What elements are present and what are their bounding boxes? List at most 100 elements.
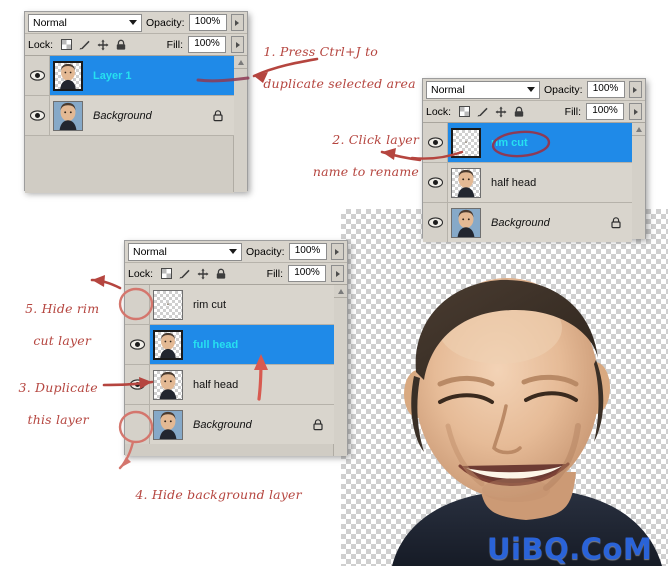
layer-visibility-toggle[interactable]	[125, 365, 150, 404]
layer-lock-indicator	[610, 216, 622, 229]
note-4: 4. Hide background layer	[127, 471, 302, 503]
layer-list-scrollbar[interactable]	[631, 123, 645, 239]
chevron-right-icon	[335, 248, 340, 255]
layer-list-scrollbar[interactable]	[333, 285, 347, 456]
layer-visibility-toggle[interactable]	[125, 285, 150, 324]
fill-stepper[interactable]	[629, 103, 642, 120]
table-row[interactable]: Background	[125, 405, 334, 444]
lock-position-icon[interactable]	[495, 106, 507, 118]
blend-mode-select[interactable]: Normal	[128, 242, 242, 261]
layer-thumbnail[interactable]	[153, 289, 183, 320]
fill-stepper[interactable]	[331, 265, 344, 282]
chevron-right-icon	[235, 41, 240, 48]
scroll-up-arrow[interactable]	[632, 123, 645, 136]
opacity-input[interactable]: 100%	[188, 14, 227, 31]
table-row[interactable]: rim cut	[423, 123, 632, 163]
fill-input[interactable]: 100%	[586, 103, 624, 120]
table-row[interactable]: half head	[423, 163, 632, 203]
opacity-input[interactable]: 100%	[288, 243, 327, 260]
lock-all-icon[interactable]	[215, 268, 227, 280]
opacity-stepper[interactable]	[330, 243, 344, 260]
layer-visibility-toggle[interactable]	[423, 203, 448, 242]
layer-thumbnail[interactable]	[53, 100, 83, 131]
lock-icon	[313, 419, 323, 431]
opacity-input[interactable]: 100%	[586, 81, 625, 98]
blend-mode-select[interactable]: Normal	[28, 13, 142, 32]
eye-icon	[427, 137, 443, 148]
layer-list[interactable]: rim cut full head half head Background	[125, 285, 347, 456]
table-row[interactable]: Layer 1	[25, 56, 234, 96]
table-row[interactable]: full head	[125, 325, 334, 365]
blend-mode-value: Normal	[33, 16, 67, 29]
layer-list-empty-area	[25, 136, 234, 193]
layer-visibility-toggle[interactable]	[423, 123, 448, 162]
fill-label: Fill:	[166, 38, 183, 51]
opacity-label: Opacity:	[146, 16, 185, 29]
blend-mode-select[interactable]: Normal	[426, 80, 540, 99]
note-5: 5. Hide rim cut layer	[6, 285, 110, 349]
layer-name[interactable]: Layer 1	[93, 70, 132, 82]
thumbnail-face	[159, 371, 177, 399]
note-2: 2. Click layer name to rename	[284, 116, 419, 180]
lock-transparent-pixels-icon[interactable]	[161, 268, 173, 279]
layers-panel-step1[interactable]: Normal Opacity: 100% Lock: Fill: 100% La…	[24, 11, 248, 193]
chevron-right-icon	[235, 19, 240, 26]
chevron-right-icon	[335, 270, 340, 277]
lock-transparent-pixels-icon[interactable]	[61, 39, 73, 50]
lock-image-pixels-icon[interactable]	[78, 39, 91, 51]
layer-visibility-toggle[interactable]	[25, 56, 50, 95]
layer-name[interactable]: half head	[193, 379, 238, 391]
layer-visibility-toggle[interactable]	[125, 405, 150, 444]
layer-name[interactable]: Background	[491, 217, 550, 229]
layer-thumbnail[interactable]	[153, 329, 183, 360]
table-row[interactable]: Background	[423, 203, 632, 242]
lock-icon	[213, 110, 223, 122]
layer-name[interactable]: Background	[193, 419, 252, 431]
eye-icon	[129, 379, 145, 390]
layer-name[interactable]: rim cut	[193, 299, 226, 311]
blend-mode-value: Normal	[431, 83, 465, 96]
blend-mode-value: Normal	[133, 245, 167, 258]
layer-thumbnail[interactable]	[451, 167, 481, 198]
layer-visibility-toggle[interactable]	[423, 163, 448, 202]
layer-list-scrollbar[interactable]	[233, 56, 247, 192]
note-1: 1. Press Ctrl+J to duplicate selected ar…	[255, 28, 416, 92]
layer-thumbnail[interactable]	[153, 409, 183, 440]
layers-panel-step3[interactable]: Normal Opacity: 100% Lock: Fill: 100% ri…	[124, 240, 348, 456]
note-3-line1: 3. Duplicate	[18, 380, 98, 395]
lock-image-pixels-icon[interactable]	[476, 106, 489, 118]
scroll-up-arrow[interactable]	[334, 285, 347, 298]
chevron-right-icon	[633, 108, 638, 115]
layer-list[interactable]: Layer 1 Background	[25, 56, 247, 193]
lock-row: Lock: Fill: 100%	[25, 34, 247, 56]
layers-panel-step2[interactable]: Normal Opacity: 100% Lock: Fill: 100% ri…	[422, 78, 646, 242]
layer-name[interactable]: rim cut	[491, 137, 528, 149]
layer-thumbnail[interactable]	[153, 369, 183, 400]
layer-thumbnail[interactable]	[451, 127, 481, 158]
fill-input[interactable]: 100%	[188, 36, 226, 53]
lock-position-icon[interactable]	[197, 268, 209, 280]
layer-thumbnail[interactable]	[451, 207, 481, 238]
layer-thumbnail[interactable]	[53, 60, 83, 91]
fill-stepper[interactable]	[231, 36, 244, 53]
layer-visibility-toggle[interactable]	[125, 325, 150, 364]
fill-input[interactable]: 100%	[288, 265, 326, 282]
layer-name[interactable]: Background	[93, 110, 152, 122]
layer-name[interactable]: full head	[193, 339, 238, 351]
table-row[interactable]: Background	[25, 96, 234, 136]
lock-transparent-pixels-icon[interactable]	[459, 106, 471, 117]
lock-all-icon[interactable]	[115, 39, 127, 51]
lock-all-icon[interactable]	[513, 106, 525, 118]
layer-name[interactable]: half head	[491, 177, 536, 189]
lock-position-icon[interactable]	[97, 39, 109, 51]
table-row[interactable]: rim cut	[125, 285, 334, 325]
opacity-stepper[interactable]	[230, 14, 244, 31]
lock-image-pixels-icon[interactable]	[178, 268, 191, 280]
table-row[interactable]: half head	[125, 365, 334, 405]
opacity-stepper[interactable]	[628, 81, 642, 98]
lock-row: Lock: Fill: 100%	[125, 263, 347, 285]
layer-list[interactable]: rim cut half head Background	[423, 123, 645, 242]
lock-label: Lock:	[426, 105, 452, 118]
layer-visibility-toggle[interactable]	[25, 96, 50, 135]
scroll-up-arrow[interactable]	[234, 56, 247, 69]
